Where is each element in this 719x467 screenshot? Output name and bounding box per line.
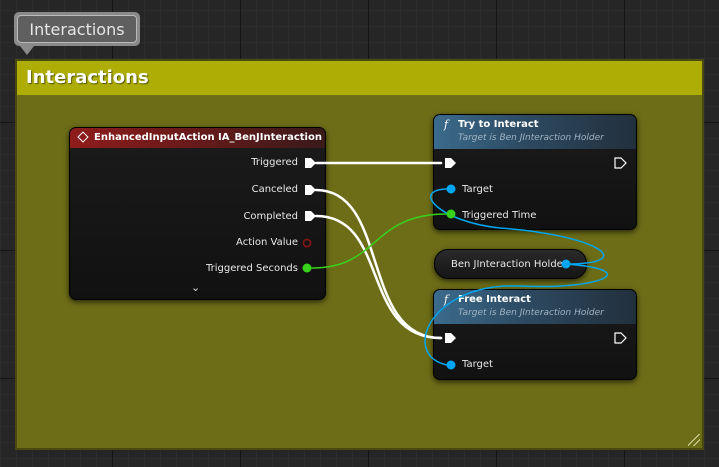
float-pin-triggered-seconds[interactable] bbox=[302, 263, 312, 273]
exec-out-pin-free[interactable] bbox=[614, 332, 627, 344]
float-wire-triggered-seconds bbox=[311, 213, 448, 269]
object-wire-target-try bbox=[430, 188, 605, 265]
object-pin-target-try[interactable] bbox=[446, 184, 456, 194]
object-pin-target-free[interactable] bbox=[446, 360, 456, 370]
object-pin-variable-output[interactable] bbox=[561, 259, 571, 269]
wires-overlay bbox=[302, 157, 627, 370]
exec-in-pin-try[interactable] bbox=[445, 158, 456, 168]
float-pin-triggered-time[interactable] bbox=[446, 209, 456, 219]
exec-pin-canceled[interactable] bbox=[305, 185, 316, 195]
exec-in-pin-free[interactable] bbox=[445, 333, 456, 343]
exec-wire-canceled bbox=[314, 188, 443, 340]
exec-wire-completed bbox=[314, 214, 443, 340]
object-wire-target-free bbox=[424, 263, 608, 366]
exec-pin-triggered[interactable] bbox=[305, 158, 316, 168]
exec-pin-completed[interactable] bbox=[305, 211, 316, 221]
exec-out-pin-try[interactable] bbox=[614, 157, 627, 169]
struct-pin-action-value[interactable] bbox=[302, 238, 312, 248]
